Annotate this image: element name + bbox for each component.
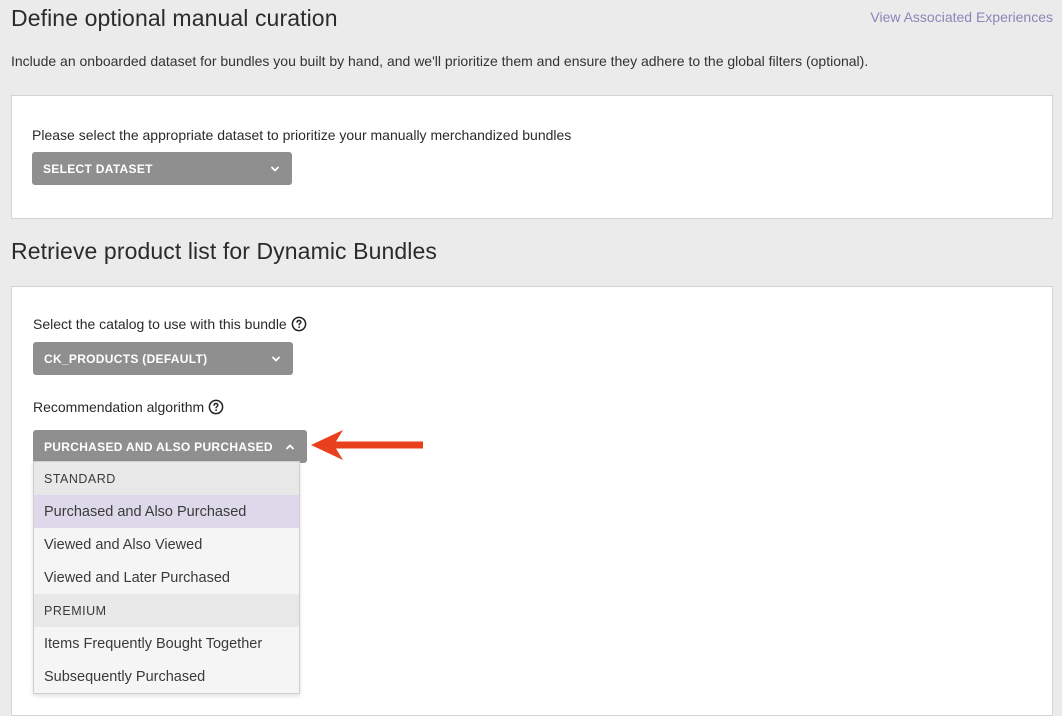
menu-item-viewed-and-also-viewed[interactable]: Viewed and Also Viewed <box>34 528 299 561</box>
section-description: Include an onboarded dataset for bundles… <box>11 53 869 69</box>
catalog-label: Select the catalog to use with this bund… <box>33 316 307 332</box>
catalog-label-text: Select the catalog to use with this bund… <box>33 316 287 332</box>
algorithm-label-text: Recommendation algorithm <box>33 399 205 415</box>
select-dataset-value: SELECT DATASET <box>43 161 153 176</box>
dataset-label-text: Please select the appropriate dataset to… <box>32 127 572 143</box>
catalog-select-value: CK_PRODUCTS (DEFAULT) <box>44 351 208 366</box>
catalog-select-dropdown[interactable]: CK_PRODUCTS (DEFAULT) <box>33 342 293 375</box>
dataset-label: Please select the appropriate dataset to… <box>32 127 571 143</box>
question-circle-icon[interactable] <box>291 316 307 332</box>
section-title-dynamic-bundles: Retrieve product list for Dynamic Bundle… <box>11 238 437 264</box>
question-circle-icon[interactable] <box>208 399 224 415</box>
annotation-arrow-icon <box>311 430 423 460</box>
chevron-up-icon <box>286 444 294 450</box>
menu-item-purchased-and-also-purchased[interactable]: Purchased and Also Purchased <box>34 495 299 528</box>
menu-item-subsequently-purchased[interactable]: Subsequently Purchased <box>34 660 299 693</box>
algorithm-label: Recommendation algorithm <box>33 399 224 415</box>
select-dataset-dropdown[interactable]: SELECT DATASET <box>32 152 292 185</box>
section-title-manual-curation: Define optional manual curation <box>11 5 338 31</box>
menu-item-viewed-and-later-purchased[interactable]: Viewed and Later Purchased <box>34 561 299 594</box>
menu-group-standard: STANDARD <box>34 462 299 495</box>
view-associated-experiences-link[interactable]: View Associated Experiences <box>870 9 1053 25</box>
chevron-down-icon <box>272 356 280 362</box>
manual-curation-card: Please select the appropriate dataset to… <box>11 95 1053 219</box>
algorithm-dropdown-menu: STANDARD Purchased and Also Purchased Vi… <box>33 461 300 694</box>
menu-group-premium: PREMIUM <box>34 594 299 627</box>
menu-item-items-frequently-bought-together[interactable]: Items Frequently Bought Together <box>34 627 299 660</box>
algorithm-select-dropdown[interactable]: PURCHASED AND ALSO PURCHASED <box>33 430 307 463</box>
algorithm-select-value: PURCHASED AND ALSO PURCHASED <box>44 439 273 454</box>
chevron-down-icon <box>271 166 279 172</box>
